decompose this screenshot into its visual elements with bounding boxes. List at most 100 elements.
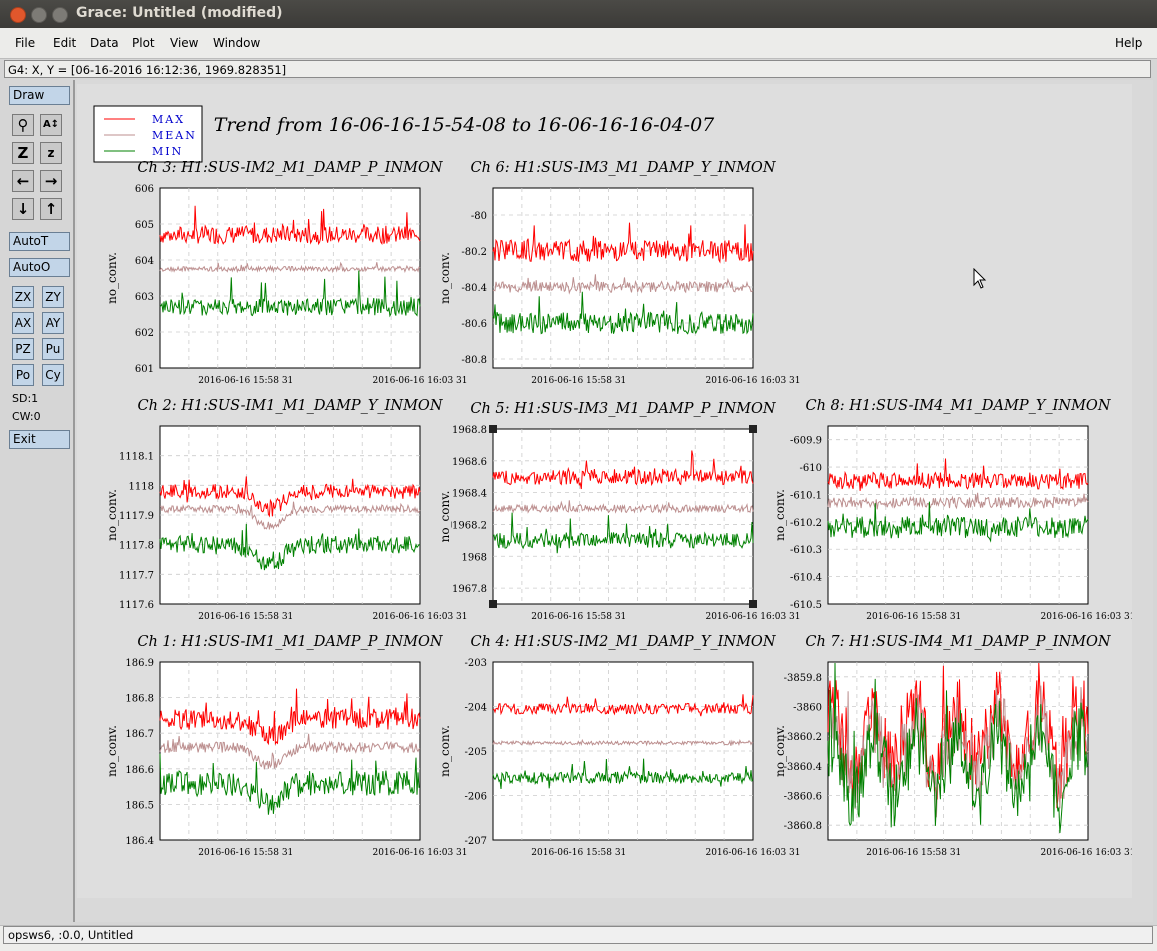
menu-edit[interactable]: Edit [53,36,76,50]
zy-button[interactable]: ZY [42,286,64,308]
y-tick-label: 602 [135,328,154,339]
maximize-window-button[interactable] [52,7,68,23]
x-tick-label: 2016-06-16 16:03 31 [705,848,800,858]
exit-button[interactable]: Exit [9,430,70,449]
main-title: Trend from 16-06-16-15-54-08 to 16-06-16… [214,114,715,136]
chart-panel-8: Ch 7: H1:SUS-IM4_M1_DAMP_P_INMON -3859.8 -… [773,634,1136,858]
chart-title: Ch 6: H1:SUS-IM3_M1_DAMP_Y_INMON [470,160,776,176]
po-button[interactable]: Po [12,364,34,386]
ay-button[interactable]: AY [42,312,64,334]
y-tick-label: -3860.8 [784,821,822,832]
y-tick-label: 1968.2 [452,520,487,531]
pz-button[interactable]: PZ [12,338,34,360]
y-tick-label: -206 [465,792,487,803]
x-tick-label: 2016-06-16 15:58 31 [198,848,293,858]
tool-panel: Draw ⚲ A↕ Z z ← → ↓ ↑ AutoT AutoO ZX ZY … [0,80,75,922]
menu-file[interactable]: File [15,36,35,50]
chart-panel-4: Ch 5: H1:SUS-IM3_M1_DAMP_P_INMON 1968.8 19… [438,401,801,622]
minimize-window-button[interactable] [31,7,47,23]
menu-window[interactable]: Window [213,36,260,50]
chart-title: Ch 3: H1:SUS-IM2_M1_DAMP_P_INMON [137,160,444,176]
x-tick-label: 2016-06-16 15:58 31 [866,848,961,858]
x-tick-label: 2016-06-16 15:58 31 [198,376,293,386]
y-tick-label: 604 [135,256,154,267]
arrow-down-icon[interactable]: ↓ [12,198,34,220]
arrow-left-icon[interactable]: ← [12,170,34,192]
y-tick-label: 1117.9 [119,511,154,522]
graph-canvas[interactable]: Trend from 16-06-16-15-54-08 to 16-06-16… [77,84,1136,898]
y-tick-label: 1117.6 [119,600,154,611]
y-axis-label: no_conv. [438,252,452,304]
y-tick-label: -204 [465,703,487,714]
menu-data[interactable]: Data [90,36,119,50]
chart-title: Ch 8: H1:SUS-IM4_M1_DAMP_Y_INMON [805,398,1111,414]
y-axis-label: no_conv. [773,489,787,541]
chart-title: Ch 4: H1:SUS-IM2_M1_DAMP_Y_INMON [470,634,776,650]
close-window-button[interactable] [10,7,26,23]
x-tick-label: 2016-06-16 16:03 31 [372,848,467,858]
chart-panel-1: Ch 3: H1:SUS-IM2_M1_DAMP_P_INMON 606 605 60… [105,160,468,386]
y-tick-label: 601 [135,364,154,375]
menu-plot[interactable]: Plot [132,36,155,50]
plot-area [159,187,421,369]
y-tick-label: -610.1 [790,490,822,501]
y-axis-label: no_conv. [105,725,119,777]
zoom-icon[interactable]: ⚲ [12,114,34,136]
plot-area [827,425,1089,605]
pu-button[interactable]: Pu [42,338,64,360]
plot-area [492,428,754,605]
y-tick-label: 1968.8 [452,425,487,436]
selection-handle [749,425,757,433]
sd-label: SD:1 [12,392,39,405]
cy-button[interactable]: Cy [42,364,64,386]
zoom-out-icon[interactable]: z [40,142,62,164]
y-tick-label: 1117.7 [119,570,154,581]
menu-view[interactable]: View [170,36,198,50]
y-tick-label: -203 [465,658,487,669]
menu-help[interactable]: Help [1115,36,1142,50]
plots-svg: Trend from 16-06-16-15-54-08 to 16-06-16… [93,105,1136,858]
autoscale-text-icon[interactable]: A↕ [40,114,62,136]
autot-button[interactable]: AutoT [9,232,70,251]
chart-title: Ch 5: H1:SUS-IM3_M1_DAMP_P_INMON [470,401,777,417]
x-tick-label: 2016-06-16 15:58 31 [531,376,626,386]
menu-bar: File Edit Data Plot View Window Help [0,28,1157,59]
y-tick-label: -610.3 [790,545,822,556]
arrow-up-icon[interactable]: ↑ [40,198,62,220]
y-tick-label: 186.6 [125,765,154,776]
y-tick-label: 1968.4 [452,489,487,500]
x-tick-label: 2016-06-16 15:58 31 [531,612,626,622]
x-tick-label: 2016-06-16 16:03 31 [705,376,800,386]
y-tick-label: -205 [465,747,487,758]
draw-button[interactable]: Draw [9,86,70,105]
selection-handle [489,600,497,608]
autoo-button[interactable]: AutoO [9,258,70,277]
chart-panel-2: Ch 6: H1:SUS-IM3_M1_DAMP_Y_INMON -80 -80.2… [438,160,801,386]
selection-handle [749,600,757,608]
x-tick-label: 2016-06-16 15:58 31 [531,848,626,858]
chart-title: Ch 1: H1:SUS-IM1_M1_DAMP_P_INMON [137,634,444,650]
y-tick-label: 605 [135,220,154,231]
chart-title: Ch 2: H1:SUS-IM1_M1_DAMP_Y_INMON [137,398,443,414]
y-tick-label: 1118.1 [119,452,154,463]
arrow-right-icon[interactable]: → [40,170,62,192]
y-tick-label: -610.4 [790,573,822,584]
y-tick-label: 1118 [129,481,154,492]
y-tick-label: 1968.6 [452,457,487,468]
legend-label-mean: MEAN [152,129,197,142]
y-tick-label: -207 [465,836,487,847]
legend: MAX MEAN MIN [93,105,203,163]
y-tick-label: -610.2 [790,518,822,529]
y-tick-label: -80.4 [461,283,487,294]
ax-button[interactable]: AX [12,312,34,334]
zx-button[interactable]: ZX [12,286,34,308]
chart-title: Ch 7: H1:SUS-IM4_M1_DAMP_P_INMON [805,634,1112,650]
y-axis-label: no_conv. [105,252,119,304]
y-tick-label: -610.5 [790,600,822,611]
chart-panel-5: Ch 8: H1:SUS-IM4_M1_DAMP_Y_INMON -609.9 -6… [773,398,1136,622]
x-tick-label: 2016-06-16 15:58 31 [866,612,961,622]
y-tick-label: -610 [800,463,822,474]
zoom-in-icon[interactable]: Z [12,142,34,164]
cw-label: CW:0 [12,410,41,423]
y-axis-label: no_conv. [438,491,452,543]
